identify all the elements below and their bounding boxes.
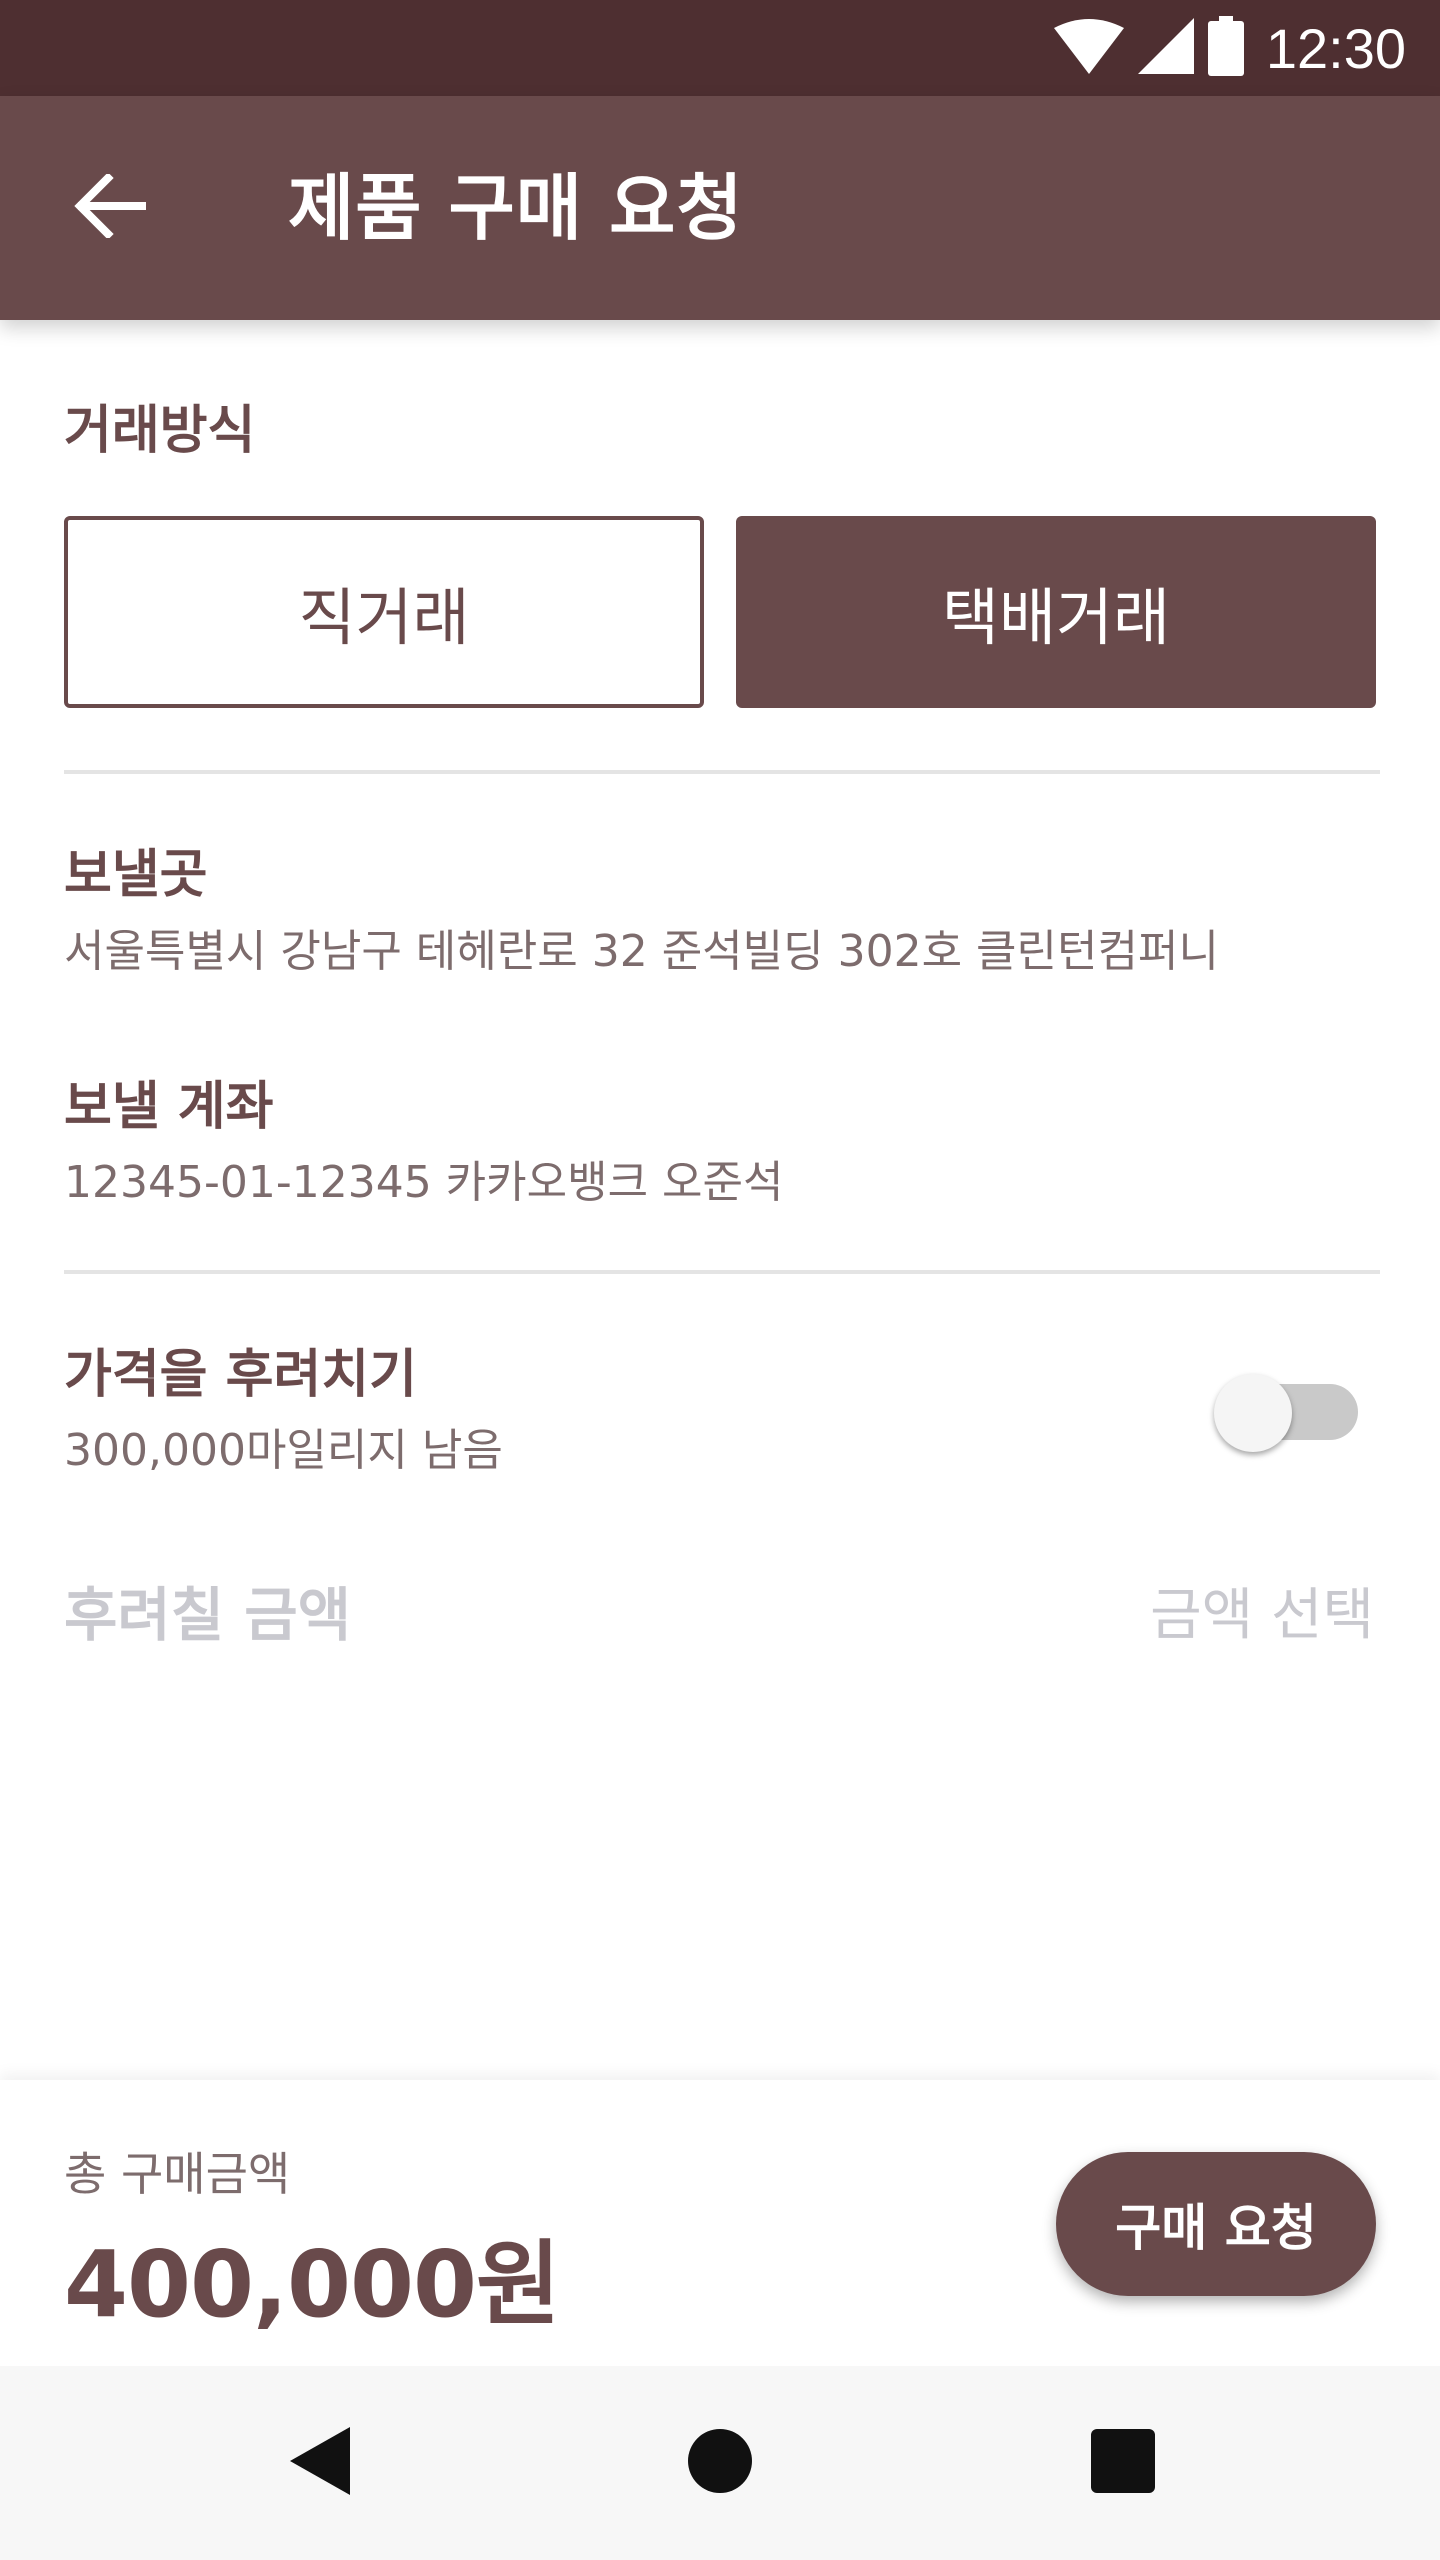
status-icons — [1053, 16, 1244, 80]
home-circle-icon — [687, 2428, 753, 2498]
back-triangle-icon — [288, 2425, 352, 2501]
shipping-title: 보낼곳 — [64, 845, 208, 905]
amount-select[interactable]: 금액 선택 — [1150, 1570, 1374, 1651]
divider — [64, 770, 1380, 774]
delivery-trade-button[interactable]: 택배거래 — [736, 516, 1376, 708]
nav-recents-button[interactable] — [1043, 2366, 1203, 2560]
divider — [64, 1270, 1380, 1274]
app-bar: 제품 구매 요청 — [0, 96, 1440, 320]
status-time: 12:30 — [1265, 16, 1406, 80]
account-title: 보낼 계좌 — [64, 1077, 274, 1137]
shipping-address: 서울특별시 강남구 테헤란로 32 준석빌딩 302호 클린턴컴퍼니 — [64, 926, 1219, 977]
total-label: 총 구매금액 — [64, 2147, 291, 2201]
system-nav-bar — [0, 2366, 1440, 2560]
discount-amount-label: 후려칠 금액 — [64, 1581, 351, 1649]
wifi-icon — [1053, 18, 1124, 78]
status-bar: 12:30 — [0, 0, 1440, 96]
discount-title: 가격을 후려치기 — [64, 1345, 417, 1405]
battery-icon — [1207, 16, 1244, 80]
arrow-left-icon — [74, 172, 148, 242]
back-button[interactable] — [70, 168, 150, 248]
recents-square-icon — [1090, 2428, 1156, 2498]
page-title: 제품 구매 요청 — [288, 166, 744, 250]
trade-method-label: 거래방식 — [64, 401, 256, 461]
nav-home-button[interactable] — [640, 2366, 800, 2560]
purchase-request-button[interactable]: 구매 요청 — [1056, 2152, 1376, 2296]
nav-back-button[interactable] — [240, 2366, 400, 2560]
direct-trade-button[interactable]: 직거래 — [64, 516, 704, 708]
cellular-signal-icon — [1137, 18, 1194, 78]
discount-toggle[interactable] — [1214, 1374, 1364, 1452]
mileage-remaining: 300,000마일리지 남음 — [64, 1425, 503, 1476]
toggle-thumb — [1214, 1374, 1292, 1452]
total-value: 400,000원 — [64, 2231, 561, 2338]
account-value: 12345-01-12345 카카오뱅크 오준석 — [64, 1157, 784, 1208]
